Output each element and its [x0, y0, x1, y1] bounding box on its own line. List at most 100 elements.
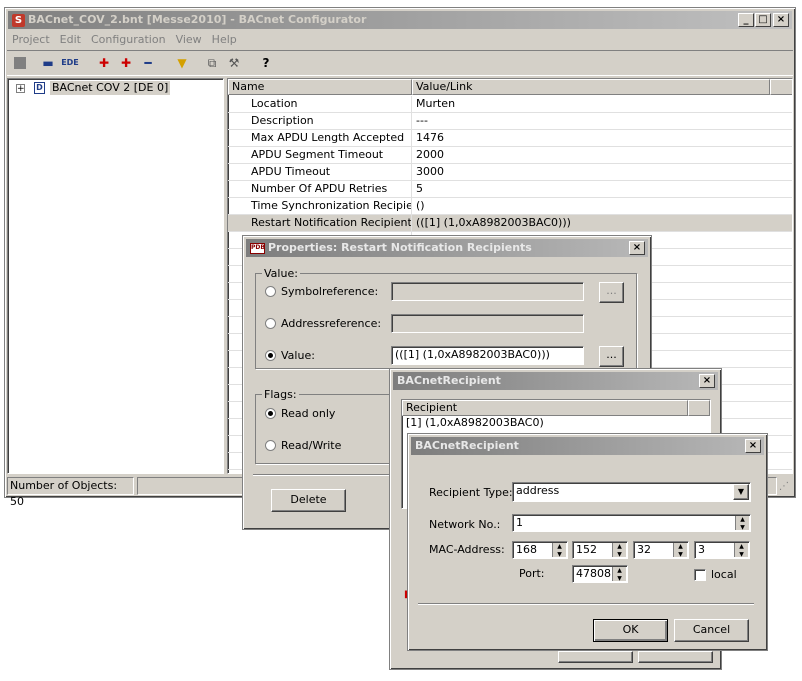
grid-row[interactable]: Description ---: [228, 113, 792, 130]
readonly-radio[interactable]: [265, 408, 276, 419]
grid-cell-value: Murten: [416, 97, 456, 110]
addressref-radio[interactable]: [265, 318, 276, 329]
recipient-type-value: address: [516, 484, 560, 497]
mac-octet-4-spinner-icon[interactable]: ▲ ▼: [734, 543, 748, 558]
maximize-button[interactable]: □: [755, 13, 771, 27]
mac-octet-1-spinner-icon[interactable]: ▲ ▼: [552, 543, 566, 558]
recipient-titlebar[interactable]: BACnetRecipient ×: [411, 437, 764, 455]
tree-expand-icon[interactable]: +: [16, 84, 25, 94]
minimize-button[interactable]: _: [738, 13, 754, 27]
recipient-col-filler: [688, 400, 710, 416]
grid-cell-value: 1476: [416, 131, 444, 144]
main-titlebar[interactable]: S BACnet_COV_2.bnt [Messe2010] - BACnet C…: [8, 11, 792, 29]
ok-button[interactable]: OK: [593, 619, 668, 642]
symbolref-field[interactable]: [391, 282, 584, 301]
stop-icon[interactable]: [11, 55, 29, 71]
grid-cell-name: Number Of APDU Retries: [248, 181, 412, 197]
cancel-button[interactable]: Cancel: [674, 619, 749, 642]
chevron-down-icon[interactable]: ▼: [733, 484, 749, 500]
symbolref-browse-button[interactable]: ...: [599, 282, 624, 303]
grid-cell-value: 5: [416, 182, 423, 195]
toolbar: ▬ EDE ✚ ✚ ━ ▼ ⧉ ⚒ ?: [7, 50, 793, 76]
recipient-dialog: BACnetRecipient × Recipient Type: addres…: [407, 433, 768, 651]
grid-cell-name: Description: [248, 113, 412, 129]
value-browse-button[interactable]: ...: [599, 346, 624, 367]
recipient-close-button[interactable]: ×: [745, 439, 761, 453]
mac-octet-1[interactable]: 168 ▲ ▼: [512, 541, 568, 559]
local-label: local: [711, 568, 737, 581]
grid-cell-name: APDU Segment Timeout: [248, 147, 412, 163]
close-button[interactable]: ×: [773, 13, 789, 27]
download-icon[interactable]: ▬: [39, 55, 57, 71]
properties-close-button[interactable]: ×: [629, 241, 645, 255]
recipient-list-titlebar[interactable]: BACnetRecipient ×: [393, 372, 718, 390]
device-icon: D: [34, 82, 45, 94]
mac-octet-4[interactable]: 3 ▲ ▼: [694, 541, 750, 559]
grid-cell-value: (): [416, 199, 425, 212]
grid-row[interactable]: Number Of APDU Retries 5: [228, 181, 792, 198]
eds-icon[interactable]: EDE: [61, 55, 79, 71]
local-checkbox[interactable]: [694, 569, 706, 581]
mac-octet-2-spinner-icon[interactable]: ▲ ▼: [612, 543, 626, 558]
add-device-icon[interactable]: ✚: [95, 55, 113, 71]
mac-octet-2[interactable]: 152 ▲ ▼: [572, 541, 628, 559]
menu-help[interactable]: Help: [207, 30, 242, 49]
port-value: 47808: [576, 567, 611, 580]
recipient-list-item[interactable]: [1] (1,0xA8982003BAC0): [406, 416, 544, 430]
add-object-icon[interactable]: ✚: [117, 55, 135, 71]
network-field[interactable]: 1 ▲ ▼: [512, 514, 751, 532]
menu-edit[interactable]: Edit: [55, 30, 86, 49]
recipient-type-select[interactable]: address ▼: [512, 482, 751, 502]
port-field[interactable]: 47808 ▲ ▼: [572, 565, 628, 583]
mac-octet-2-value: 152: [576, 543, 597, 556]
status-text-panel: Number of Objects: 50: [7, 477, 134, 508]
grid-cell-name: Time Synchronization Recipients: [248, 198, 412, 214]
recipient-list-cancel-button[interactable]: [638, 651, 713, 663]
grid-cell-value: (([1] (1,0xA8982003BAC0))): [416, 216, 571, 229]
symbolref-radio[interactable]: [265, 286, 276, 297]
recipient-list-close-button[interactable]: ×: [699, 374, 715, 388]
readwrite-label: Read/Write: [281, 439, 342, 452]
readwrite-radio[interactable]: [265, 440, 276, 451]
properties-titlebar[interactable]: PDB Properties: Restart Notification Reci…: [246, 239, 648, 257]
filter-icon[interactable]: ▼: [173, 55, 191, 71]
grid-row[interactable]: Restart Notification Recipients (([1] (1,…: [228, 215, 792, 232]
mac-octet-3-value: 32: [637, 543, 651, 556]
grid-row[interactable]: APDU Segment Timeout 2000: [228, 147, 792, 164]
network-label: Network No.:: [429, 518, 501, 531]
grid-row[interactable]: Location Murten: [228, 96, 792, 113]
grid-row[interactable]: Max APDU Length Accepted 1476: [228, 130, 792, 147]
grid-row[interactable]: APDU Timeout 3000: [228, 164, 792, 181]
copy-icon[interactable]: ⧉: [203, 55, 221, 71]
value-group-label: Value:: [262, 267, 300, 280]
mac-octet-4-value: 3: [698, 543, 705, 556]
grid-row[interactable]: Time Synchronization Recipients (): [228, 198, 792, 215]
remove-icon[interactable]: ━: [139, 55, 157, 71]
menu-project[interactable]: Project: [7, 30, 55, 49]
grid-header-filler: [770, 79, 792, 95]
addressref-field[interactable]: [391, 314, 584, 333]
recipient-list-title: BACnetRecipient: [397, 374, 501, 387]
symbolref-label: Symbolreference:: [281, 285, 379, 298]
delete-button[interactable]: Delete: [271, 489, 346, 512]
recipient-col-header[interactable]: Recipient: [402, 400, 688, 416]
network-spinner-icon[interactable]: ▲ ▼: [735, 516, 749, 531]
resize-grip-icon[interactable]: ⋰: [779, 481, 791, 493]
tools-icon[interactable]: ⚒: [225, 55, 243, 71]
recipient-list-ok-button[interactable]: [558, 651, 633, 663]
mac-octet-3-spinner-icon[interactable]: ▲ ▼: [673, 543, 687, 558]
value-field[interactable]: (([1] (1,0xA8982003BAC0))): [391, 346, 584, 365]
mac-octet-3[interactable]: 32 ▲ ▼: [633, 541, 689, 559]
help-icon[interactable]: ?: [257, 55, 275, 71]
tree-item-device[interactable]: BACnet COV 2 [DE 0]: [50, 81, 171, 95]
value-radio[interactable]: [265, 350, 276, 361]
menu-bar: Project Edit Configuration View Help: [7, 30, 242, 49]
port-spinner-icon[interactable]: ▲ ▼: [612, 567, 626, 582]
grid-header-name[interactable]: Name: [228, 79, 412, 95]
grid-cell-name: Max APDU Length Accepted: [248, 130, 412, 146]
grid-cell-name: APDU Timeout: [248, 164, 412, 180]
recipient-title: BACnetRecipient: [415, 439, 519, 452]
grid-header-value[interactable]: Value/Link: [412, 79, 770, 95]
menu-configuration[interactable]: Configuration: [86, 30, 171, 49]
menu-view[interactable]: View: [171, 30, 207, 49]
